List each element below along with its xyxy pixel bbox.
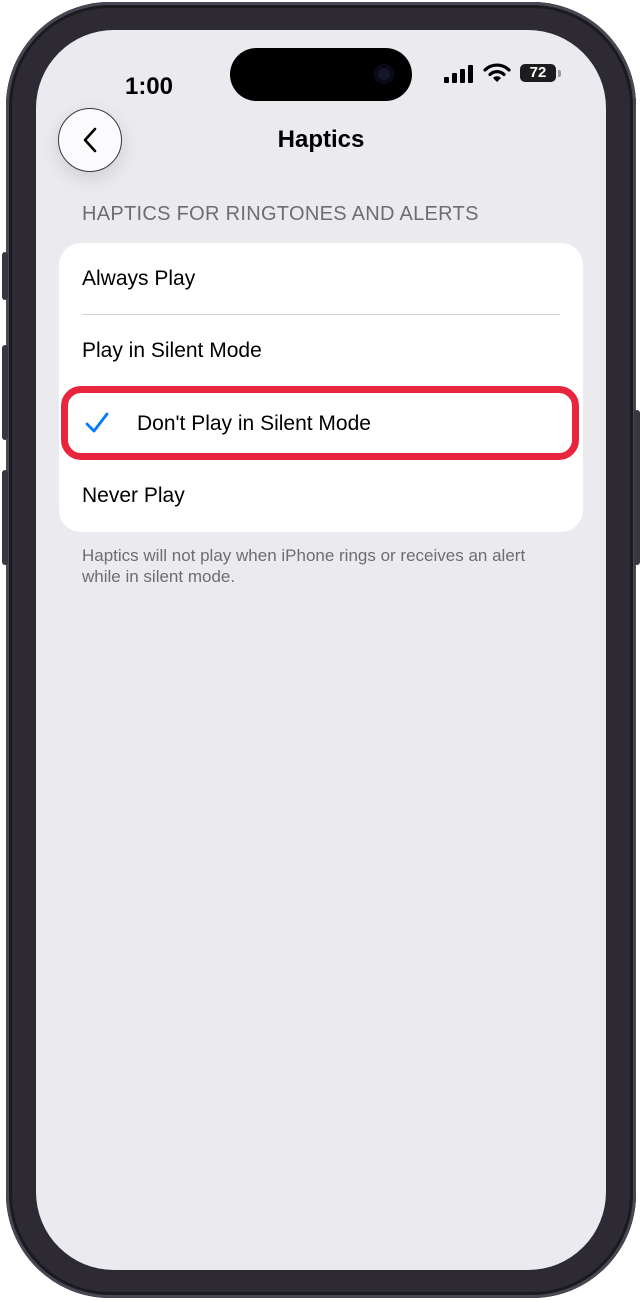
volume-up-button xyxy=(2,345,8,440)
option-label: Always Play xyxy=(82,267,196,290)
option-play-in-silent-mode[interactable]: Play in Silent Mode xyxy=(59,315,583,387)
device-mockup: 1:00 72 Haptics HAPTICS FOR RINGTONES AN… xyxy=(0,0,642,1301)
option-label: Never Play xyxy=(82,484,185,507)
screen: 1:00 72 Haptics HAPTICS FOR RINGTONES AN… xyxy=(36,30,606,1270)
footer-note: Haptics will not play when iPhone rings … xyxy=(82,546,526,586)
back-button[interactable] xyxy=(58,108,122,172)
option-never-play[interactable]: Never Play xyxy=(59,460,583,532)
chevron-left-icon xyxy=(83,127,97,153)
signal-bars-icon xyxy=(444,65,473,83)
battery-cap xyxy=(558,70,561,77)
page-title: Haptics xyxy=(277,126,365,153)
battery-indicator: 72 xyxy=(520,64,556,82)
volume-down-button xyxy=(2,470,8,565)
camera-icon xyxy=(374,64,394,84)
action-button xyxy=(2,252,8,300)
status-time: 1:00 xyxy=(124,73,174,100)
wifi-icon xyxy=(483,63,511,82)
power-button xyxy=(634,410,640,565)
option-label: Play in Silent Mode xyxy=(82,339,262,362)
section-header: HAPTICS FOR RINGTONES AND ALERTS xyxy=(82,203,479,225)
option-always-play[interactable]: Always Play xyxy=(59,243,583,315)
highlight-annotation xyxy=(61,386,579,460)
